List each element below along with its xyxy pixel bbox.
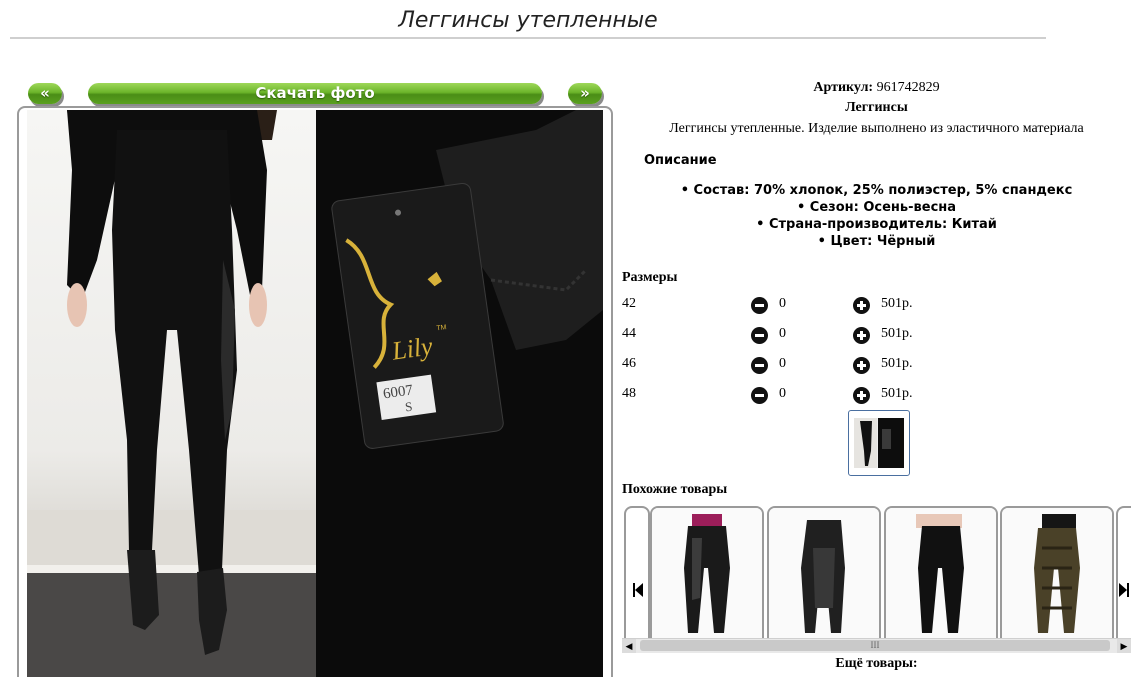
similar-product-card[interactable] <box>884 506 998 641</box>
size-row: 42 0 501р. <box>622 296 942 316</box>
main-photo-frame: Lily TM 6007 S <box>17 106 613 677</box>
carousel-prev-button[interactable] <box>624 506 650 641</box>
size-value: 46 <box>622 356 636 371</box>
size-row: 46 0 501р. <box>622 356 942 376</box>
size-price: 501р. <box>881 296 913 311</box>
minus-circle-icon[interactable] <box>751 387 768 404</box>
tag-brand-text: Lily <box>389 331 435 366</box>
size-quantity: 0 <box>779 326 786 341</box>
thumbnail-image <box>854 418 904 468</box>
size-row: 44 0 501р. <box>622 326 942 346</box>
product-name: Леггинсы <box>845 100 908 115</box>
product-thumb-image <box>1002 508 1112 641</box>
article-label: Артикул: <box>813 80 874 95</box>
product-summary: Леггинсы утепленные. Изделие выполнено и… <box>669 121 1084 136</box>
similar-product-card[interactable] <box>650 506 764 641</box>
page-title: Леггинсы утепленные <box>398 8 658 33</box>
next-photo-button[interactable]: » <box>568 83 602 104</box>
similar-product-card[interactable] <box>767 506 881 641</box>
scroll-left-arrow[interactable]: ◀ <box>622 639 636 653</box>
skip-back-icon <box>633 583 643 597</box>
prev-photo-button[interactable]: « <box>28 83 62 104</box>
minus-circle-icon[interactable] <box>751 327 768 344</box>
title-divider <box>10 37 1046 39</box>
spec-item: • Состав: 70% хлопок, 25% полиэстер, 5% … <box>680 183 1073 198</box>
article-value: 961742829 <box>876 80 940 95</box>
carousel-next-button[interactable] <box>1116 506 1131 641</box>
minus-circle-icon[interactable] <box>751 297 768 314</box>
carousel-scrollbar[interactable]: ◀ III ▶ <box>622 638 1131 653</box>
plus-circle-icon[interactable] <box>853 357 870 374</box>
sizes-heading: Размеры <box>622 270 678 285</box>
similar-heading: Похожие товары <box>622 482 728 497</box>
product-photo-tag[interactable]: Lily TM 6007 S <box>316 110 603 677</box>
download-photo-button[interactable]: Скачать фото <box>88 83 542 104</box>
size-price: 501р. <box>881 356 913 371</box>
scroll-thumb[interactable]: III <box>640 640 1110 651</box>
size-value: 48 <box>622 386 636 401</box>
size-value: 42 <box>622 296 636 311</box>
model-illustration <box>27 110 316 677</box>
size-value: 44 <box>622 326 636 341</box>
skip-forward-icon <box>1119 583 1129 597</box>
similar-product-card[interactable] <box>1000 506 1114 641</box>
size-price: 501р. <box>881 326 913 341</box>
size-quantity: 0 <box>779 386 786 401</box>
spec-item: • Цвет: Чёрный <box>817 234 936 249</box>
scroll-right-arrow[interactable]: ▶ <box>1117 639 1131 653</box>
size-quantity: 0 <box>779 296 786 311</box>
plus-circle-icon[interactable] <box>853 387 870 404</box>
product-photo-model[interactable] <box>27 110 316 677</box>
product-thumb-image <box>652 508 762 641</box>
description-heading: Описание <box>644 153 717 168</box>
photo-thumbnail[interactable] <box>848 410 910 476</box>
tag-tm-text: TM <box>436 324 447 332</box>
more-products-heading: Ещё товары: <box>835 656 918 671</box>
product-thumb-image <box>769 508 879 641</box>
size-row: 48 0 501р. <box>622 386 942 406</box>
spec-item: • Сезон: Осень-весна <box>796 200 957 215</box>
spec-item: • Страна-производитель: Китай <box>756 217 997 232</box>
tag-illustration: Lily TM 6007 S <box>331 110 603 449</box>
product-thumb-image <box>886 508 996 641</box>
plus-circle-icon[interactable] <box>853 327 870 344</box>
similar-carousel: ◀ III ▶ <box>622 505 1131 655</box>
size-quantity: 0 <box>779 356 786 371</box>
minus-circle-icon[interactable] <box>751 357 768 374</box>
size-price: 501р. <box>881 386 913 401</box>
plus-circle-icon[interactable] <box>853 297 870 314</box>
